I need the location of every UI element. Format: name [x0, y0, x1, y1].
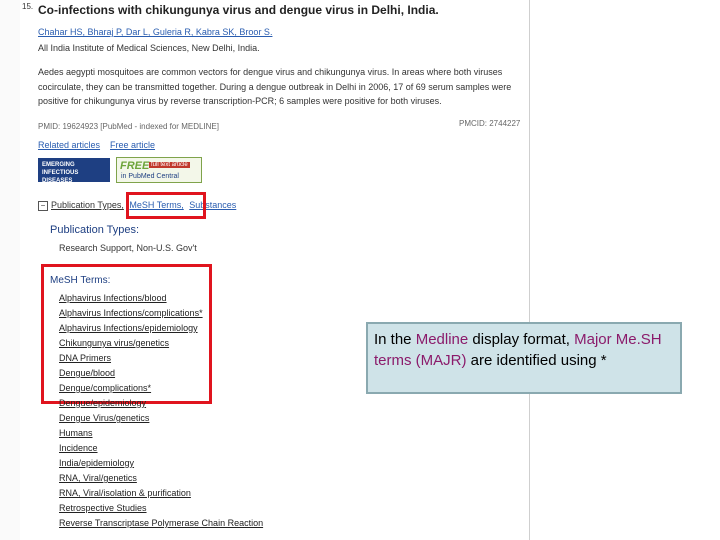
- column-divider: [529, 0, 530, 540]
- pmcid: PMCID: 2744227: [459, 119, 521, 128]
- explanation-callout: In the Medline display format, Major Me.…: [366, 322, 682, 394]
- callout-text-3: are identified using *: [466, 352, 607, 369]
- author-list[interactable]: Chahar HS, Bharaj P, Dar L, Guleria R, K…: [38, 27, 272, 37]
- mesh-term[interactable]: Alphavirus Infections/epidemiology: [59, 323, 198, 333]
- affiliation: All India Institute of Medical Sciences,…: [38, 43, 260, 53]
- callout-text-1: In the: [374, 331, 416, 348]
- eid-journal-logo[interactable]: EMERGING INFECTIOUS DISEASES: [38, 158, 110, 184]
- pmc-logo-fulltext: full text article: [149, 162, 190, 168]
- mesh-term[interactable]: Dengue/complications*: [59, 383, 151, 393]
- mesh-tab-highlight: [126, 192, 206, 219]
- callout-text-2: display format,: [468, 331, 575, 348]
- pmc-logo-pmc: in PubMed Central: [121, 173, 179, 180]
- mesh-term[interactable]: Incidence: [59, 443, 98, 453]
- pmc-logo-free: FREE: [120, 160, 150, 172]
- mesh-term[interactable]: Chikungunya virus/genetics: [59, 338, 169, 348]
- eid-logo-line-1: EMERGING: [42, 162, 75, 168]
- result-number: 15.: [22, 2, 34, 11]
- article-title[interactable]: Co-infections with chikungunya virus and…: [38, 3, 439, 17]
- mesh-term[interactable]: India/epidemiology: [59, 458, 134, 468]
- mesh-term[interactable]: Reverse Transcriptase Polymerase Chain R…: [59, 518, 263, 528]
- mesh-term[interactable]: DNA Primers: [59, 353, 111, 363]
- mesh-term[interactable]: Alphavirus Infections/complications*: [59, 308, 203, 318]
- callout-medline: Medline: [415, 331, 469, 348]
- mesh-term[interactable]: Dengue/epidemiology: [59, 398, 146, 408]
- pmid-line: PMID: 19624923 [PubMed - indexed for MED…: [38, 122, 219, 131]
- mesh-term[interactable]: RNA, Viral/genetics: [59, 473, 137, 483]
- mesh-term[interactable]: Humans: [59, 428, 93, 438]
- publication-type-value: Research Support, Non-U.S. Gov't: [59, 243, 197, 253]
- eid-logo-line-2: INFECTIOUS DISEASES: [42, 170, 79, 184]
- abstract-line-2: cocirculate, they can be transmitted tog…: [38, 82, 512, 92]
- mesh-term[interactable]: Retrospective Studies: [59, 503, 147, 513]
- abstract-line-3: positive for chikungunya virus by revers…: [38, 96, 442, 106]
- free-article-link[interactable]: Free article: [110, 140, 155, 150]
- mesh-terms-heading: MeSH Terms:: [50, 275, 111, 286]
- mesh-term[interactable]: Alphavirus Infections/blood: [59, 293, 167, 303]
- mesh-term[interactable]: Dengue Virus/genetics: [59, 413, 149, 423]
- mesh-term[interactable]: Dengue/blood: [59, 368, 115, 378]
- pmc-free-fulltext-logo[interactable]: FREE full text article in PubMed Central: [116, 157, 202, 183]
- related-articles-link[interactable]: Related articles: [38, 140, 100, 150]
- tab-publication-types[interactable]: Publication Types,: [51, 200, 124, 210]
- abstract-line-1: Aedes aegypti mosquitoes are common vect…: [38, 67, 503, 77]
- left-gutter: [0, 0, 20, 540]
- mesh-term[interactable]: RNA, Viral/isolation & purification: [59, 488, 191, 498]
- collapse-icon[interactable]: −: [38, 200, 48, 211]
- publication-types-heading: Publication Types:: [50, 224, 140, 236]
